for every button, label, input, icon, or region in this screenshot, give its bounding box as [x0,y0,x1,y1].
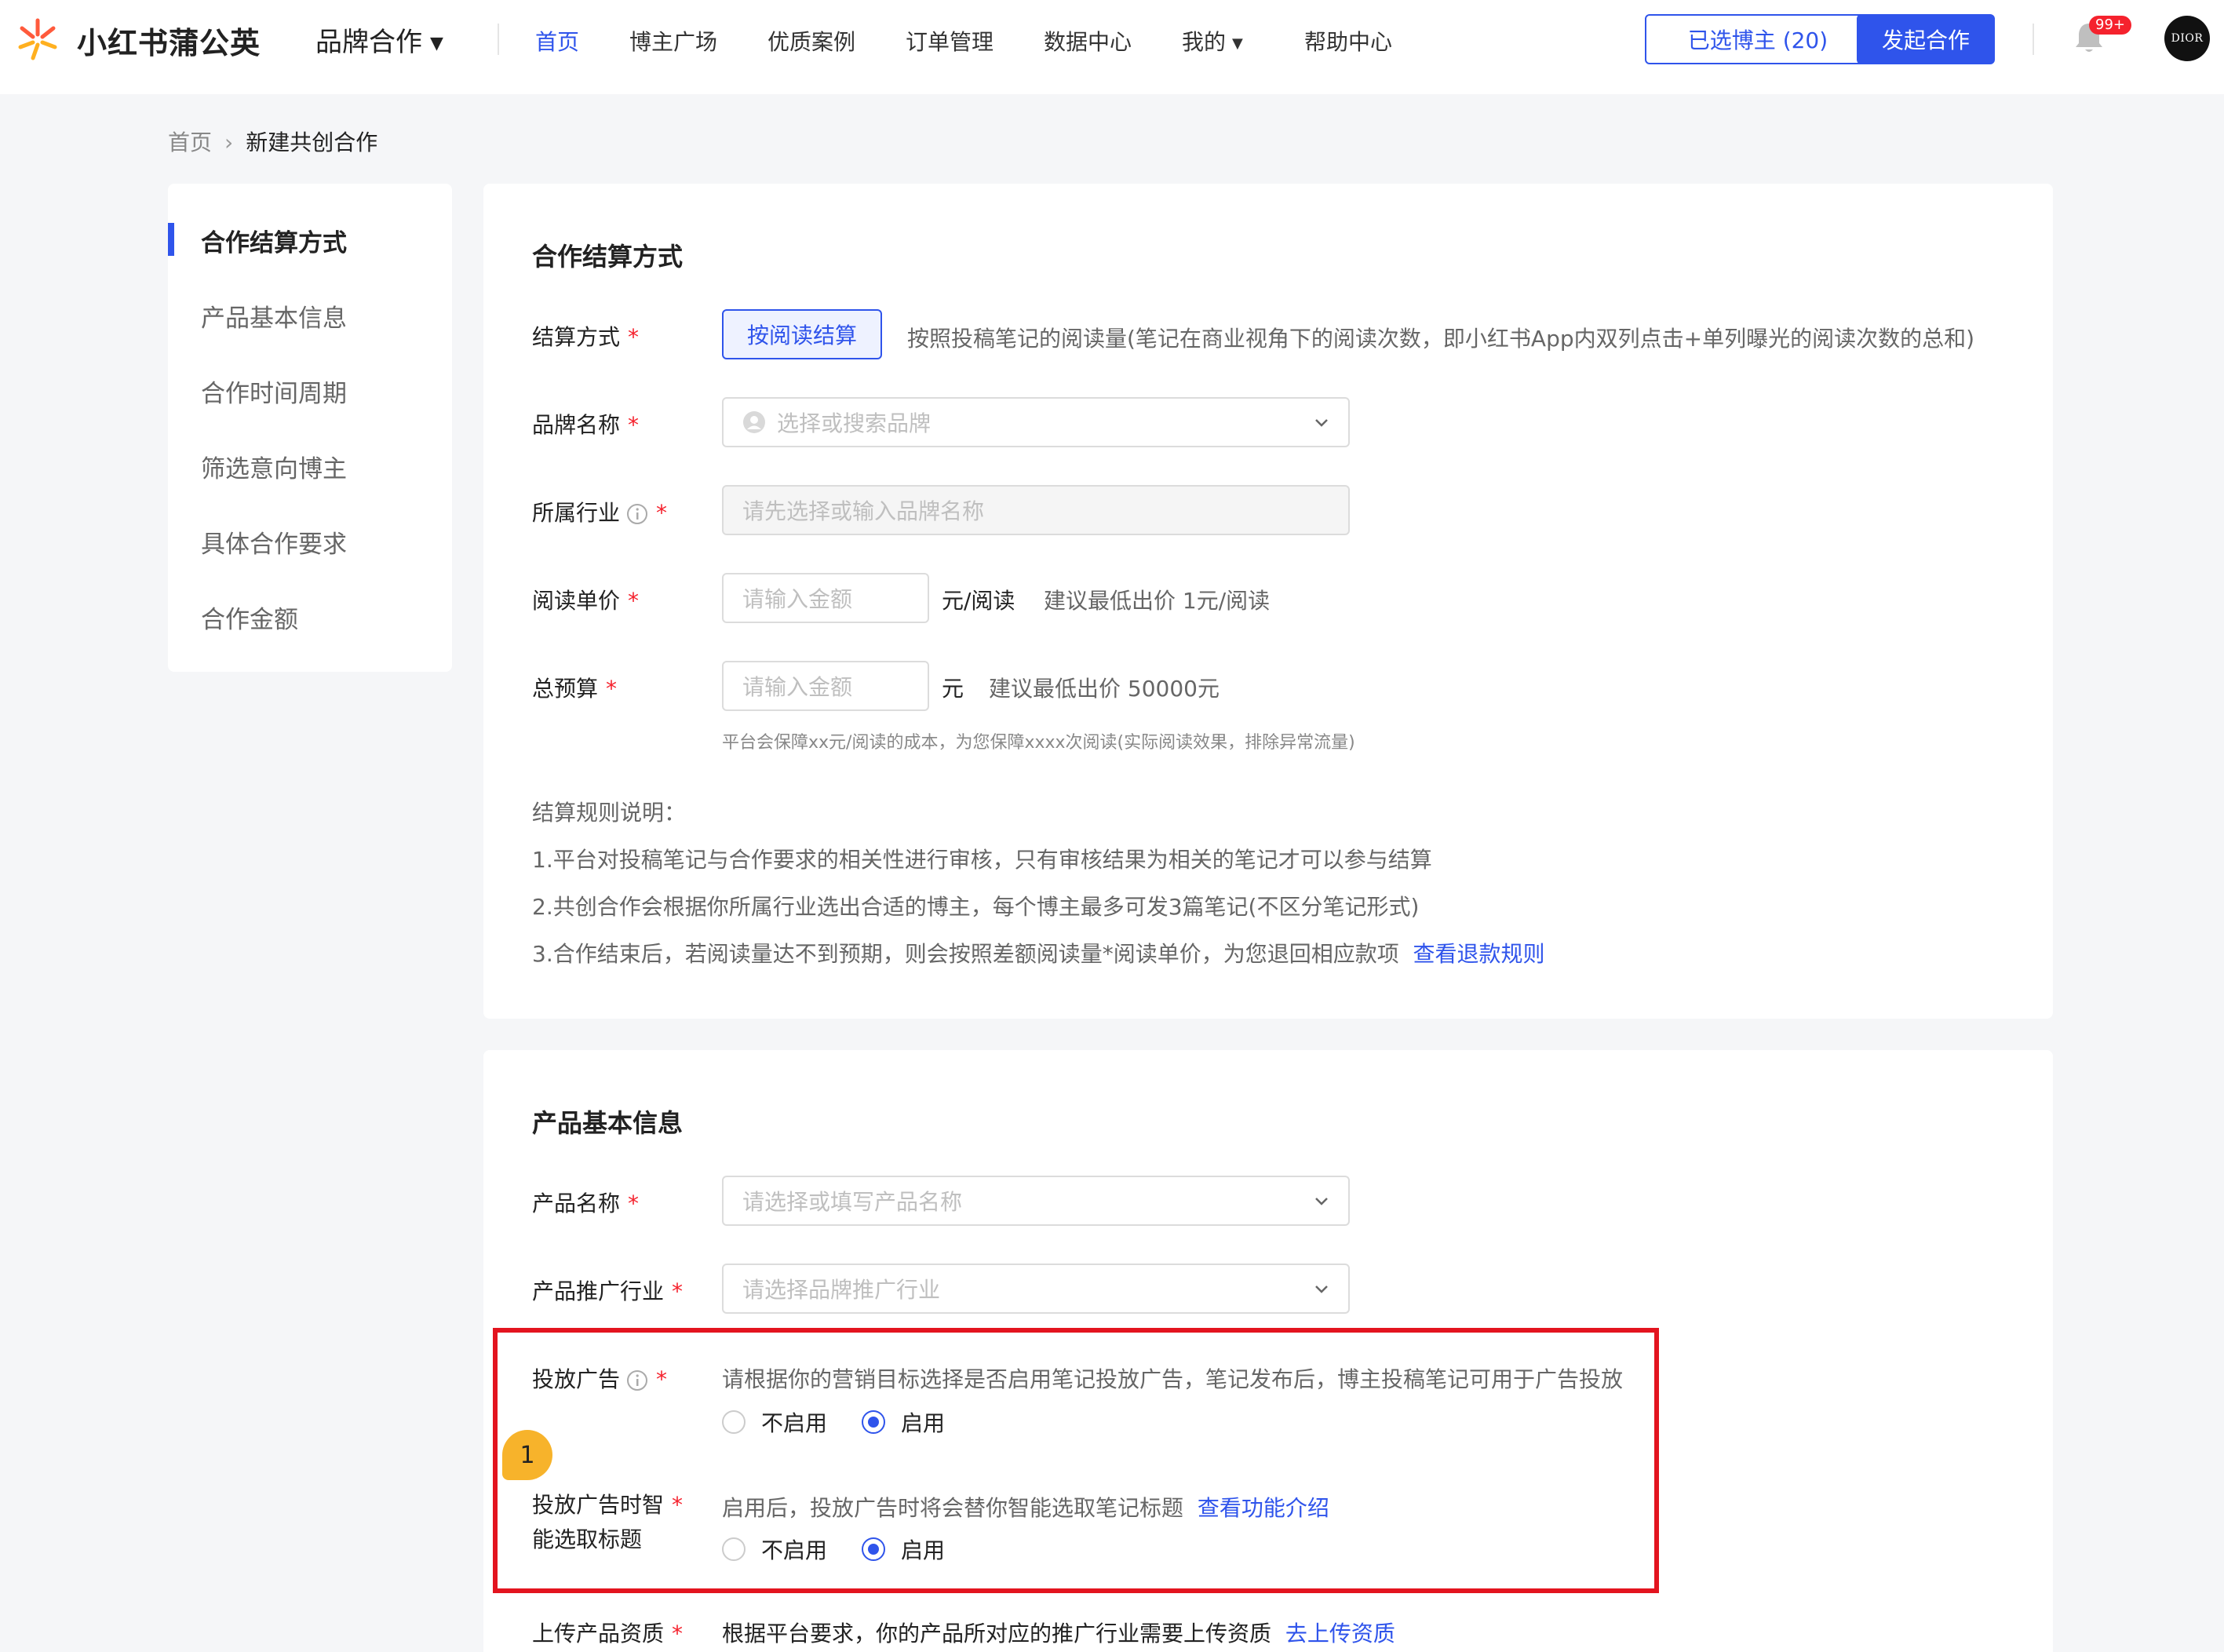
brand-name[interactable]: 小红书蒲公英 [77,19,261,62]
nav-mine-label: 我的 [1182,29,1227,55]
required-mark: * [628,588,640,614]
required-mark: * [672,1621,684,1647]
breadcrumb: 首页 › 新建共创合作 [168,126,377,157]
budget-label: 总预算 * [532,672,617,703]
rule-2: 2.共创合作会根据你所属行业选出合适的博主，每个博主最多可发3篇笔记(不区分笔记… [532,894,1420,920]
highlight-box [493,1328,1659,1593]
product-name-placeholder: 请选择或填写产品名称 [742,1189,963,1215]
nav-divider [498,24,499,55]
required-mark: * [628,324,640,350]
nav-home[interactable]: 首页 [535,25,579,57]
start-cooperation-button[interactable]: 发起合作 [1857,14,1995,64]
label-text: 总预算 [532,676,599,702]
settlement-method-hint: 按照投稿笔记的阅读量(笔记在商业视角下的阅读次数，即小红书App内双列点击+单列… [907,326,1975,352]
budget-unit: 元 [942,676,964,702]
nav-divider [2033,24,2034,55]
section-title: 合作结算方式 [532,242,684,272]
promo-industry-placeholder: 请选择品牌推广行业 [742,1277,941,1303]
nav-data-center[interactable]: 数据中心 [1044,25,1132,57]
industry-label: 所属行业 * [532,496,667,527]
promo-industry-select[interactable]: 请选择品牌推广行业 [722,1264,1350,1314]
upload-hint-text: 根据平台要求，你的产品所对应的推广行业需要上传资质 [722,1621,1272,1647]
unit-price-unit: 元/阅读 [942,588,1015,614]
info-icon[interactable] [626,503,648,525]
upload-qualification-hint: 根据平台要求，你的产品所对应的推广行业需要上传资质 去上传资质 [722,1617,1395,1648]
chevron-down-icon [1315,1198,1328,1205]
notification-badge: 99+ [2089,16,2131,35]
required-mark: * [606,676,618,702]
product-name-label: 产品名称 * [532,1187,639,1218]
rule-1: 1.平台对投稿笔记与合作要求的相关性进行审核，只有审核结果为相关的笔记才可以参与… [532,847,1432,873]
settlement-method-label: 结算方式 * [532,320,639,352]
nav-blogger-square[interactable]: 博主广场 [629,25,717,57]
read-settlement-button[interactable]: 按阅读结算 [722,309,882,359]
rule-3: 3.合作结束后，若阅读量达不到预期，则会按照差额阅读量*阅读单价，为您退回相应款… [532,937,1545,968]
top-navigation-bar: 小红书蒲公英 品牌合作 ▼ 首页 博主广场 优质案例 订单管理 数据中心 我的 ▼ … [0,0,2224,94]
section-title: 产品基本信息 [532,1108,684,1138]
rule-3-text: 3.合作结束后，若阅读量达不到预期，则会按照差额阅读量*阅读单价，为您退回相应款… [532,941,1399,967]
required-mark: * [672,1278,684,1304]
sidebar-item-settlement[interactable]: 合作结算方式 [201,223,347,258]
label-text: 品牌名称 [532,412,621,438]
nav-orders[interactable]: 订单管理 [906,25,994,57]
brand-placeholder: 选择或搜索品牌 [777,410,932,436]
budget-input[interactable]: 请输入金额 [722,661,929,711]
nav-mine[interactable]: 我的 ▼ [1182,25,1243,57]
brand-cooperation-menu[interactable]: 品牌合作 ▼ [315,20,443,59]
unit-price-label: 阅读单价 * [532,584,639,615]
brand-select[interactable]: 选择或搜索品牌 [722,397,1350,447]
promo-industry-label: 产品推广行业 * [532,1275,683,1306]
product-name-select[interactable]: 请选择或填写产品名称 [722,1176,1350,1226]
refund-rules-link[interactable]: 查看退款规则 [1413,941,1545,967]
chevron-down-icon [1315,1285,1328,1293]
unit-price-input[interactable]: 请输入金额 [722,573,929,623]
label-text: 产品名称 [532,1191,621,1216]
brand-menu-label: 品牌合作 [315,27,422,58]
dandelion-logo-icon[interactable] [16,17,60,61]
label-text: 上传产品资质 [532,1621,665,1647]
rules-title: 结算规则说明： [532,800,687,826]
chevron-right-icon: › [224,129,234,155]
industry-input[interactable]: 请先选择或输入品牌名称 [722,485,1350,535]
user-icon [743,411,765,433]
budget-hint: 建议最低出价 50000元 [989,676,1220,702]
required-mark: * [628,412,640,438]
sidebar-item-product[interactable]: 产品基本信息 [201,298,347,334]
caret-down-icon: ▼ [1232,35,1243,52]
label-text: 结算方式 [532,324,621,350]
section-sidebar: 合作结算方式 产品基本信息 合作时间周期 筛选意向博主 具体合作要求 合作金额 [168,184,452,672]
unit-price-hint: 建议最低出价 1元/阅读 [1044,588,1271,614]
label-text: 产品推广行业 [532,1278,665,1304]
required-mark: * [656,500,668,526]
nav-cases[interactable]: 优质案例 [767,25,855,57]
sidebar-item-bloggers[interactable]: 筛选意向博主 [201,449,347,484]
label-text: 所属行业 [532,500,621,526]
brand-name-label: 品牌名称 * [532,408,639,439]
avatar[interactable]: DIOR [2164,16,2210,61]
sidebar-item-amount[interactable]: 合作金额 [201,600,298,635]
active-indicator [168,223,174,256]
chevron-down-icon [1315,419,1328,427]
sidebar-item-requirements[interactable]: 具体合作要求 [201,524,347,560]
label-text: 阅读单价 [532,588,621,614]
step-badge: 1 [502,1430,552,1480]
settlement-card: 合作结算方式 结算方式 * 按阅读结算 按照投稿笔记的阅读量(笔记在商业视角下的阅… [483,184,2053,1019]
budget-note: 平台会保障xx元/阅读的成本，为您保障xxxx次阅读(实际阅读效果，排除异常流量… [722,733,1355,753]
required-mark: * [628,1191,640,1216]
nav-help-center[interactable]: 帮助中心 [1304,25,1392,57]
sidebar-item-period[interactable]: 合作时间周期 [201,374,347,409]
selected-bloggers-button[interactable]: 已选博主 (20) [1645,14,1871,64]
upload-qualification-link[interactable]: 去上传资质 [1285,1621,1395,1647]
breadcrumb-current: 新建共创合作 [246,129,378,155]
upload-qualification-label: 上传产品资质 * [532,1617,683,1648]
breadcrumb-home[interactable]: 首页 [168,129,212,155]
caret-down-icon: ▼ [430,34,443,53]
